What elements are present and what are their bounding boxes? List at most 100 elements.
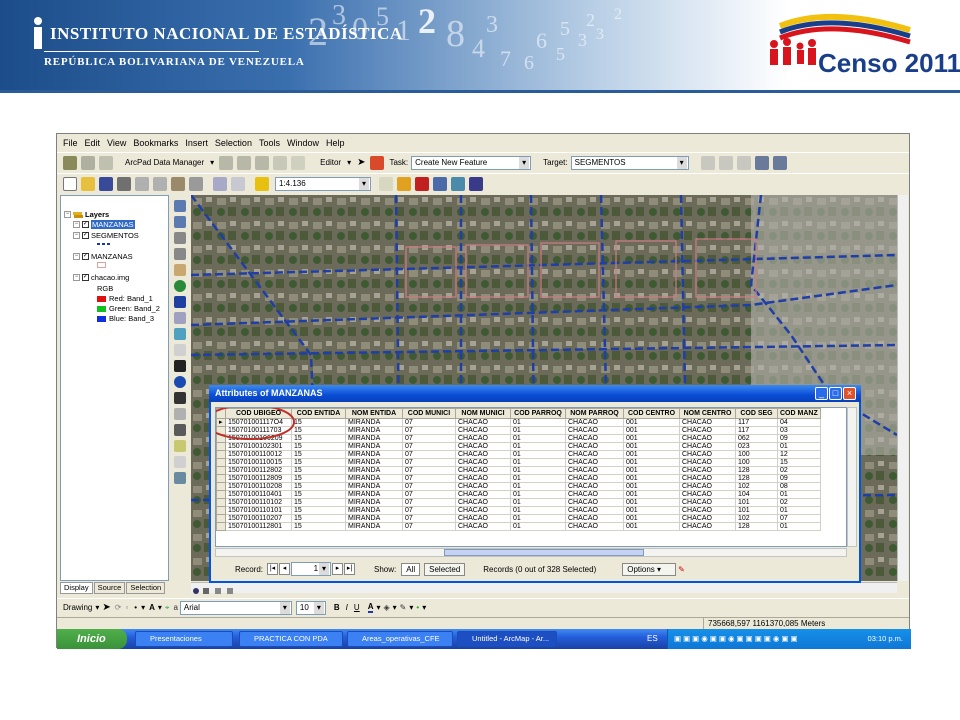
table-cell[interactable]: CHACAO <box>565 498 624 507</box>
table-cell[interactable]: 01 <box>510 450 566 459</box>
table-row[interactable]: 15070100110101 15 MIRANDA 07 CHACAO 01 CHACAO 0… <box>216 506 821 515</box>
table-cell[interactable]: 01 <box>510 514 566 523</box>
maximize-button[interactable]: □ <box>829 387 842 400</box>
italic-button[interactable]: I <box>346 603 348 612</box>
table-cell[interactable]: 07 <box>402 490 456 499</box>
sketch-pencil-icon[interactable] <box>370 155 385 170</box>
underline-button[interactable]: U <box>354 603 360 612</box>
table-cell[interactable]: 01 <box>777 506 821 515</box>
table-cell[interactable]: CHACAO <box>455 418 511 427</box>
dropdown-arrow-icon[interactable]: ▾ <box>422 603 426 612</box>
table-cell[interactable]: 15070100112809 <box>225 474 292 483</box>
col-header[interactable]: NOM ENTIDA <box>345 408 403 419</box>
table-cell[interactable]: 001 <box>623 482 680 491</box>
layout-view-buttons-icon[interactable] <box>191 586 241 596</box>
table-cell[interactable]: MIRANDA <box>345 482 403 491</box>
row-selector[interactable] <box>216 450 226 459</box>
toc-layer-manzanas-2[interactable]: − ✓ MANZANAS <box>73 252 133 261</box>
menu-selection[interactable]: Selection <box>215 138 252 148</box>
full-extent-globe-icon[interactable] <box>174 280 186 292</box>
table-cell[interactable]: CHACAO <box>455 506 511 515</box>
table-cell[interactable]: CHACAO <box>565 458 624 467</box>
menu-view[interactable]: View <box>107 138 126 148</box>
table-cell[interactable]: 07 <box>402 426 456 435</box>
table-cell[interactable]: 001 <box>623 418 680 427</box>
table-cell[interactable]: MIRANDA <box>345 450 403 459</box>
options-button[interactable]: Options ▾ <box>622 562 677 576</box>
dropdown-arrow-icon[interactable]: ▾ <box>210 158 214 167</box>
table-row[interactable]: 15070100110401 15 MIRANDA 07 CHACAO 01 CHACAO 0… <box>216 490 821 499</box>
arcpad-data-manager-button[interactable]: ArcPad Data Manager <box>125 158 204 167</box>
fill-color-icon[interactable]: ◈ <box>383 603 389 612</box>
undo-icon[interactable] <box>213 176 227 191</box>
dropdown-arrow-icon[interactable]: ▾ <box>141 603 145 612</box>
last-record-button[interactable]: ▸| <box>344 563 356 575</box>
tray-icons[interactable]: ▣▣▣◉▣▣◉▣▣▣▣◉▣▣ <box>674 629 800 649</box>
arctoolbox-icon[interactable] <box>397 176 411 191</box>
table-cell[interactable]: 07 <box>777 514 821 523</box>
select-elements-icon[interactable]: ➤ <box>102 602 110 613</box>
table-cell[interactable]: 001 <box>623 434 680 443</box>
table-cell[interactable]: 04 <box>777 418 821 427</box>
table-cell[interactable]: MIRANDA <box>345 522 403 531</box>
open-folder-icon[interactable] <box>81 176 95 191</box>
dropdown-arrow-icon[interactable]: ▾ <box>347 158 351 167</box>
table-cell[interactable]: CHACAO <box>565 418 624 427</box>
table-cell[interactable]: 02 <box>777 466 821 475</box>
table-cell[interactable]: CHACAO <box>679 482 736 491</box>
toc-layer-segmentos[interactable]: − ✓ SEGMENTOS <box>73 231 139 240</box>
menu-window[interactable]: Window <box>287 138 319 148</box>
arcpad-tool-icon[interactable] <box>273 155 288 170</box>
table-cell[interactable]: 01 <box>510 522 566 531</box>
table-cell[interactable]: CHACAO <box>565 466 624 475</box>
table-cell[interactable]: 01 <box>510 482 566 491</box>
table-cell[interactable]: 09 <box>777 434 821 443</box>
rotate-tool-icon[interactable] <box>718 155 733 170</box>
table-cell[interactable]: 001 <box>623 450 680 459</box>
table-cell[interactable]: CHACAO <box>565 506 624 515</box>
collapse-icon[interactable]: − <box>73 253 80 260</box>
arcpad-check-out-icon[interactable] <box>255 155 270 170</box>
row-selector[interactable] <box>216 506 226 515</box>
redo-icon[interactable] <box>231 176 245 191</box>
table-row[interactable]: ▸ 150701001117O4 15 MIRANDA 07 CHACAO 01 CHACAO… <box>216 418 821 427</box>
table-cell[interactable]: CHACAO <box>565 482 624 491</box>
fixed-zoom-out-icon[interactable] <box>174 248 186 260</box>
table-cell[interactable]: 001 <box>623 474 680 483</box>
collapse-icon[interactable]: − <box>73 274 80 281</box>
table-cell[interactable]: CHACAO <box>679 498 736 507</box>
table-cell[interactable]: 01 <box>777 442 821 451</box>
table-cell[interactable]: CHACAO <box>679 426 736 435</box>
table-cell[interactable]: 01 <box>510 434 566 443</box>
create-viewer-icon[interactable] <box>174 472 186 484</box>
arcpad-tool-icon[interactable] <box>63 155 77 170</box>
table-cell[interactable]: CHACAO <box>679 474 736 483</box>
arcpad-tool-icon[interactable] <box>99 155 113 170</box>
table-cell[interactable]: CHACAO <box>679 490 736 499</box>
table-cell[interactable]: 15070100110208 <box>225 482 292 491</box>
table-cell[interactable]: CHACAO <box>565 434 624 443</box>
menu-tools[interactable]: Tools <box>259 138 280 148</box>
save-icon[interactable] <box>99 176 113 191</box>
point-icon[interactable]: • <box>134 603 137 612</box>
delete-icon[interactable] <box>189 176 203 191</box>
previous-record-button[interactable]: ◂ <box>279 563 291 575</box>
table-cell[interactable]: MIRANDA <box>345 434 403 443</box>
table-icon[interactable] <box>772 155 787 170</box>
grid-horizontal-scrollbar[interactable] <box>215 548 847 557</box>
row-selector[interactable] <box>216 474 226 483</box>
col-header[interactable]: COD MANZ <box>777 408 821 419</box>
identify-info-icon[interactable] <box>174 376 186 388</box>
table-cell[interactable]: 15070100112802 <box>225 466 292 475</box>
table-cell[interactable]: 001 <box>623 442 680 451</box>
table-cell[interactable]: 15 <box>291 522 346 531</box>
table-cell[interactable]: 07 <box>402 522 456 531</box>
print-icon[interactable] <box>117 176 131 191</box>
table-cell[interactable]: 07 <box>402 434 456 443</box>
whats-this-help-icon[interactable] <box>469 176 483 191</box>
table-cell[interactable]: 07 <box>402 418 456 427</box>
table-cell[interactable]: 07 <box>402 458 456 467</box>
table-cell[interactable]: CHACAO <box>679 450 736 459</box>
language-indicator[interactable]: ES <box>647 629 658 649</box>
menu-insert[interactable]: Insert <box>185 138 208 148</box>
